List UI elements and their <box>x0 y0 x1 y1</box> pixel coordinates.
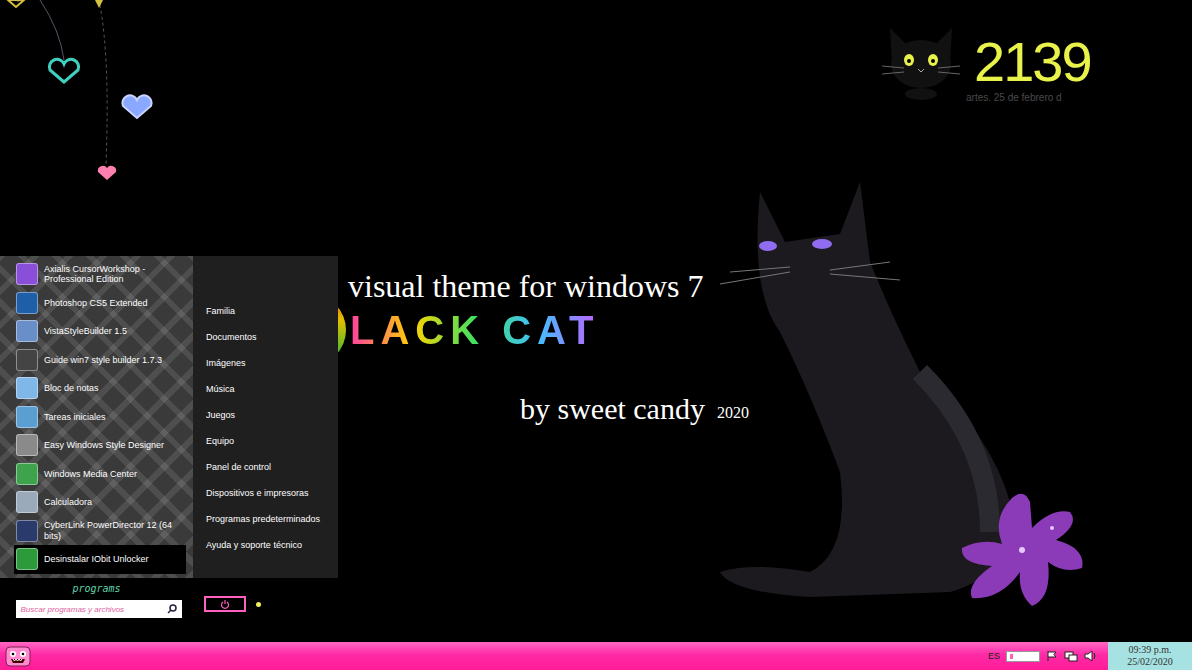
program-item[interactable]: Tareas iniciales <box>14 403 186 432</box>
place-item[interactable]: Dispositivos e impresoras <box>193 480 338 506</box>
program-icon <box>16 292 38 314</box>
place-item[interactable]: Panel de control <box>193 454 338 480</box>
place-item[interactable]: Imágenes <box>193 350 338 376</box>
brand-name: LACK CAT <box>350 308 599 353</box>
place-item[interactable]: Equipo <box>193 428 338 454</box>
program-item[interactable]: Guide win7 style builder 1.7.3 <box>14 346 186 375</box>
wallpaper-title: visual theme for windows 7 <box>348 268 704 305</box>
place-item[interactable]: Juegos <box>193 402 338 428</box>
program-item[interactable]: Desinstalar IObit Unlocker <box>14 545 186 574</box>
program-icon <box>16 548 38 570</box>
program-icon <box>16 434 38 456</box>
black-cat-icon <box>878 14 964 100</box>
network-icon[interactable] <box>1064 650 1078 662</box>
places-list: FamiliaDocumentosImágenesMúsicaJuegosEqu… <box>193 256 338 578</box>
program-item[interactable]: Windows Media Center <box>14 460 186 489</box>
taskbar-clock[interactable]: 09:39 p.m.25/02/2020 <box>1108 642 1192 670</box>
place-item[interactable]: Familia <box>193 298 338 324</box>
desktop-area: 2139artes. 25 de febrero d visual theme f… <box>0 0 1192 642</box>
all-programs-link[interactable]: programs <box>72 583 120 594</box>
program-icon <box>16 406 38 428</box>
status-dot <box>256 602 261 607</box>
hearts-decoration-icon <box>0 0 170 190</box>
program-icon <box>16 520 38 542</box>
program-icon <box>16 320 38 342</box>
program-item[interactable]: VistaStyleBuilder 1.5 <box>14 317 186 346</box>
program-icon <box>16 377 38 399</box>
wallpaper-year: 2020 <box>717 404 749 426</box>
programs-list: Axialis CursorWorkshop - Professional Ed… <box>0 256 193 578</box>
place-item[interactable]: Música <box>193 376 338 402</box>
monster-icon <box>5 644 31 668</box>
flag-icon[interactable] <box>1046 650 1058 662</box>
program-item[interactable]: Axialis CursorWorkshop - Professional Ed… <box>14 260 186 289</box>
language-indicator[interactable]: ES <box>988 651 1000 661</box>
input-indicator[interactable] <box>1006 651 1040 662</box>
program-item[interactable]: Calculadora <box>14 488 186 517</box>
magnifier-icon <box>167 604 177 614</box>
desktop: 2139artes. 25 de febrero d visual theme f… <box>0 0 1192 670</box>
program-icon <box>16 263 38 285</box>
program-icon <box>16 491 38 513</box>
program-item[interactable]: Bloc de notas <box>14 374 186 403</box>
start-button[interactable] <box>5 644 35 668</box>
place-item[interactable]: Documentos <box>193 324 338 350</box>
program-item[interactable]: Easy Windows Style Designer <box>14 431 186 460</box>
clock-widget: 2139artes. 25 de febrero d <box>878 14 1091 103</box>
program-icon <box>16 463 38 485</box>
place-item[interactable]: Ayuda y soporte técnico <box>193 532 338 558</box>
taskbar: ES 09:39 p.m.25/02/2020 <box>0 642 1192 670</box>
speaker-icon[interactable] <box>1084 650 1098 662</box>
widget-date: artes. 25 de febrero d <box>966 92 1091 103</box>
wallpaper-byline: by sweet candy2020 <box>520 392 749 426</box>
program-item[interactable]: CyberLink PowerDirector 12 (64 bits) <box>14 517 186 546</box>
power-icon <box>220 599 230 609</box>
widget-time: 2139 <box>974 32 1091 92</box>
glitter-splat-icon <box>952 488 1092 613</box>
place-item[interactable]: Programas predeterminados <box>193 506 338 532</box>
program-icon <box>16 349 38 371</box>
search-field[interactable]: Buscar programas y archivos <box>16 600 182 618</box>
system-tray: ES 09:39 p.m.25/02/2020 <box>988 642 1192 670</box>
shutdown-button[interactable] <box>204 596 246 612</box>
start-menu: Axialis CursorWorkshop - Professional Ed… <box>0 256 338 632</box>
program-item[interactable]: Photoshop CS5 Extended <box>14 289 186 318</box>
